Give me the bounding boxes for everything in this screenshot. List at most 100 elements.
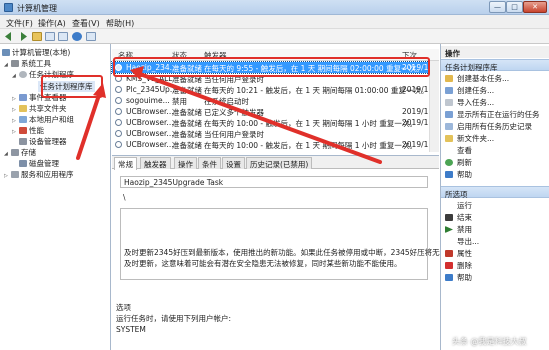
task-row[interactable]: UCBrowser... 准备就绪 在每天的 10:00 - 触发后，在 1 天… bbox=[112, 117, 429, 128]
toolbar bbox=[0, 29, 549, 44]
collapse-arrow-icon[interactable]: ◢ bbox=[12, 73, 19, 79]
task-description-field[interactable]: 及时更新2345好压到最新版本，使用推出的新功能。如果此任务被停用或中断，234… bbox=[120, 208, 447, 280]
users-icon bbox=[19, 116, 27, 123]
menu-file[interactable]: 文件(F) bbox=[6, 18, 33, 29]
action-delete[interactable]: 删除 bbox=[445, 260, 472, 271]
disk-icon bbox=[19, 160, 27, 167]
action-new-folder[interactable]: 新文件夹... bbox=[445, 133, 494, 144]
task-row[interactable]: UCBrowser... 准备就绪 当任何用户登录时 bbox=[112, 128, 429, 139]
forward-icon[interactable] bbox=[21, 32, 27, 41]
clock-icon bbox=[19, 71, 27, 78]
detail-tabs: 常规 触发器 操作 条件 设置 历史记录(已禁用) bbox=[112, 156, 439, 170]
close-button[interactable]: ✕ bbox=[523, 1, 547, 13]
annotation-highlight-box bbox=[41, 75, 103, 98]
action-refresh[interactable]: 刷新 bbox=[445, 157, 472, 168]
tab-general[interactable]: 常规 bbox=[114, 157, 137, 170]
maximize-button[interactable]: □ bbox=[506, 1, 523, 13]
action-help[interactable]: 帮助 bbox=[445, 169, 472, 180]
task-row[interactable]: UCBrowser... 准备就绪 已定义多个触发器 2019/1 bbox=[112, 106, 429, 117]
tree-item-computer-management[interactable]: 计算机管理(本地) bbox=[2, 47, 70, 58]
action-run[interactable]: 运行 bbox=[445, 200, 472, 211]
help-icon bbox=[445, 171, 453, 178]
tree-item-services-applications[interactable]: ▷ 服务和应用程序 bbox=[4, 169, 74, 180]
delete-icon bbox=[445, 262, 453, 269]
task-name-field[interactable]: Haozip_2345Upgrade Task bbox=[120, 176, 428, 188]
task-row[interactable]: Plc_2345Up... 准备就绪 在每天的 10:21 - 触发后，在 1 … bbox=[112, 84, 429, 95]
task-description-line1: 及时更新2345好压到最新版本，使用推出的新功能。如果此任务被停用或中断，234… bbox=[124, 248, 448, 257]
tree-item-performance[interactable]: ▷ 性能 bbox=[12, 125, 44, 136]
import-icon bbox=[445, 99, 453, 106]
tree-item-device-manager[interactable]: 设备管理器 bbox=[19, 136, 67, 147]
actions-pane: 操作 任务计划程序库 创建基本任务... 创建任务... 导入任务... 显示所… bbox=[440, 44, 549, 350]
folder-up-icon[interactable] bbox=[32, 32, 42, 41]
minimize-button[interactable]: — bbox=[489, 1, 506, 13]
storage-icon bbox=[11, 149, 19, 156]
tab-settings[interactable]: 设置 bbox=[222, 157, 245, 169]
action-show-running-tasks[interactable]: 显示所有正在运行的任务 bbox=[445, 109, 540, 120]
tree-item-storage[interactable]: ◢ 存储 bbox=[4, 147, 36, 158]
tab-actions[interactable]: 操作 bbox=[174, 157, 197, 169]
show-hide-tree-icon[interactable] bbox=[45, 32, 55, 41]
collapse-arrow-icon[interactable]: ◢ bbox=[4, 151, 11, 157]
shared-folder-icon bbox=[19, 105, 27, 112]
tab-triggers[interactable]: 触发器 bbox=[140, 157, 171, 169]
refresh-icon bbox=[445, 159, 453, 166]
tree-item-system-tools[interactable]: ◢ 系统工具 bbox=[4, 58, 51, 69]
action-properties[interactable]: 属性 bbox=[445, 248, 472, 259]
view-icon[interactable] bbox=[86, 32, 96, 41]
security-options-heading: 选项 bbox=[116, 303, 131, 312]
task-list-scrollbar[interactable] bbox=[429, 61, 439, 152]
tree-item-local-users-groups[interactable]: ▷ 本地用户和组 bbox=[12, 114, 74, 125]
create-basic-task-icon bbox=[445, 75, 453, 82]
tab-history[interactable]: 历史记录(已禁用) bbox=[246, 157, 313, 169]
title-bar: 计算机管理 — □ ✕ bbox=[0, 0, 549, 15]
export-icon bbox=[445, 238, 453, 245]
action-export[interactable]: 导出... bbox=[445, 236, 479, 247]
expand-arrow-icon[interactable]: ▷ bbox=[12, 118, 19, 124]
task-clock-icon bbox=[115, 97, 122, 104]
menu-help[interactable]: 帮助(H) bbox=[106, 18, 134, 29]
task-clock-icon bbox=[115, 119, 122, 126]
expand-arrow-icon[interactable]: ▷ bbox=[4, 173, 11, 179]
performance-icon bbox=[19, 127, 27, 134]
task-clock-icon bbox=[115, 130, 122, 137]
window-title: 计算机管理 bbox=[17, 4, 57, 13]
task-clock-icon bbox=[115, 141, 122, 148]
task-row[interactable]: UCBrowser... 准备就绪 在每天的 10:00 - 触发后，在 1 天… bbox=[112, 139, 429, 150]
task-description-line2: 及时更新，这意味着可能会有潜在安全隐患无法被修复，同时某些新功能不能使用。 bbox=[124, 259, 402, 268]
actions-section-library[interactable]: 任务计划程序库 bbox=[441, 59, 549, 72]
task-location-value: \ bbox=[123, 193, 126, 202]
expand-arrow-icon[interactable]: ▷ bbox=[12, 107, 19, 113]
back-icon[interactable] bbox=[5, 32, 11, 41]
new-folder-icon bbox=[445, 135, 453, 142]
help-icon[interactable] bbox=[72, 32, 82, 41]
services-icon bbox=[11, 171, 19, 178]
action-disable[interactable]: 禁用 bbox=[445, 224, 472, 235]
task-list-pane: 名称 状态 触发器 下次 Haozip_234... 准备就绪 在每天的 9:5… bbox=[111, 44, 447, 350]
expand-arrow-icon[interactable]: ▷ bbox=[12, 96, 19, 102]
action-help-selected[interactable]: 帮助 bbox=[445, 272, 472, 283]
task-row[interactable]: sogouime... 禁用 在系统启动时 bbox=[112, 95, 429, 106]
tab-conditions[interactable]: 条件 bbox=[198, 157, 221, 169]
running-tasks-icon bbox=[445, 111, 453, 118]
tree-item-shared-folders[interactable]: ▷ 共享文件夹 bbox=[12, 103, 67, 114]
create-task-icon bbox=[445, 87, 453, 94]
menu-bar: 文件(F) 操作(A) 查看(V) 帮助(H) bbox=[0, 15, 549, 29]
properties-icon bbox=[445, 250, 453, 257]
action-import-task[interactable]: 导入任务... bbox=[445, 97, 494, 108]
tree-item-disk-management[interactable]: 磁盘管理 bbox=[19, 158, 59, 169]
action-end[interactable]: 结束 bbox=[445, 212, 472, 223]
menu-view[interactable]: 查看(V) bbox=[72, 18, 100, 29]
action-enable-history[interactable]: 启用所有任务历史记录 bbox=[445, 121, 532, 132]
expand-arrow-icon[interactable]: ▷ bbox=[12, 129, 19, 135]
action-create-basic-task[interactable]: 创建基本任务... bbox=[445, 73, 509, 84]
action-view[interactable]: 查看 bbox=[445, 145, 472, 156]
actions-section-selected[interactable]: 所选项 bbox=[441, 186, 549, 199]
collapse-arrow-icon[interactable]: ◢ bbox=[4, 62, 11, 68]
action-create-task[interactable]: 创建任务... bbox=[445, 85, 494, 96]
properties-icon[interactable] bbox=[58, 32, 68, 41]
menu-action[interactable]: 操作(A) bbox=[38, 18, 66, 29]
end-icon bbox=[445, 214, 453, 221]
run-as-value: SYSTEM bbox=[116, 325, 146, 334]
watermark: 头条 @我是科技大叔 bbox=[452, 337, 527, 346]
